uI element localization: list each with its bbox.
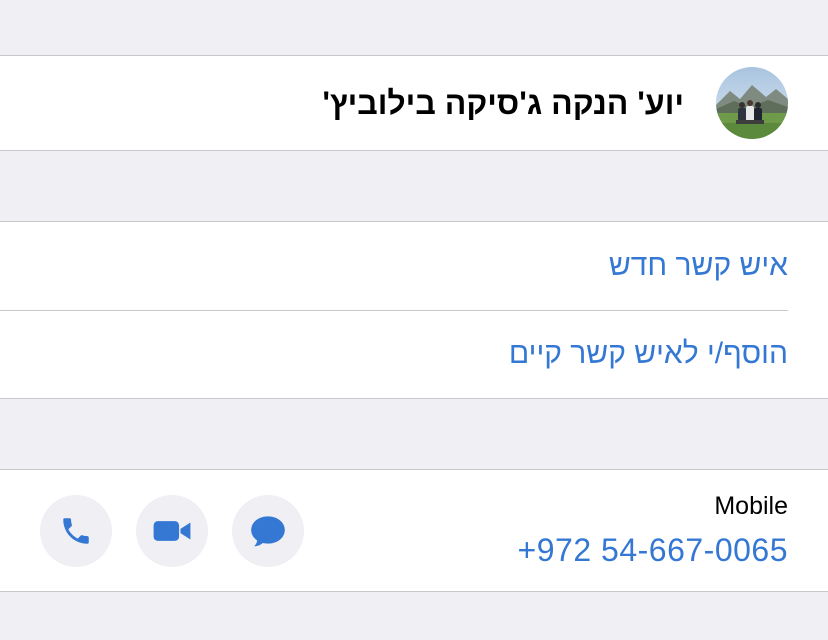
video-camera-icon xyxy=(153,521,191,541)
add-to-existing-row[interactable]: הוסף/י לאיש קשר קיים xyxy=(0,310,828,398)
phone-number-link[interactable]: +972 54-667-0065 xyxy=(518,532,788,569)
contact-name: יוע' הנקה ג'סיקה בילוביץ' xyxy=(322,85,684,121)
phone-icon xyxy=(63,518,89,544)
call-button[interactable] xyxy=(40,495,112,567)
new-contact-row[interactable]: איש קשר חדש xyxy=(0,222,828,311)
contact-card-page: יוע' הנקה ג'סיקה בילוביץ' איש קשר חדש הו… xyxy=(0,0,828,640)
message-button[interactable] xyxy=(232,495,304,567)
contact-actions-group: איש קשר חדש הוסף/י לאיש קשר קיים xyxy=(0,221,828,399)
contact-photo-image xyxy=(716,67,788,139)
message-bubble-icon xyxy=(251,516,285,547)
phone-type-label: Mobile xyxy=(714,492,788,520)
add-to-existing-contact-button[interactable]: הוסף/י לאיש קשר קיים xyxy=(509,310,788,398)
contact-header: יוע' הנקה ג'סיקה בילוביץ' xyxy=(0,55,828,151)
contact-avatar[interactable] xyxy=(716,67,788,139)
phone-number-row: Mobile +972 54-667-0065 xyxy=(0,469,828,592)
video-call-button[interactable] xyxy=(136,495,208,567)
new-contact-button[interactable]: איש קשר חדש xyxy=(609,222,788,310)
